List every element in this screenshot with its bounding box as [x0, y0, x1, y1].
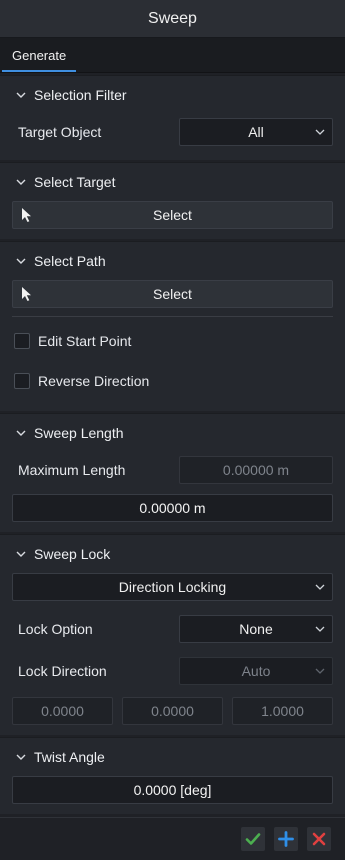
lock-vector-z-field: 1.0000 — [232, 697, 333, 725]
section-header-sweep-lock[interactable]: Sweep Lock — [12, 535, 333, 573]
accept-button[interactable] — [241, 827, 265, 851]
maximum-length-label: Maximum Length — [18, 462, 126, 478]
target-object-label: Target Object — [18, 124, 102, 140]
field-value: 1.0000 — [261, 703, 304, 719]
field-value: 0.0000 — [41, 703, 84, 719]
footer-bar — [0, 817, 345, 860]
chevron-down-icon — [14, 750, 28, 764]
select-path-button[interactable]: Select — [12, 280, 333, 308]
close-icon — [312, 832, 326, 846]
section-title: Select Target — [34, 174, 116, 190]
lock-direction-label: Lock Direction — [18, 663, 107, 679]
lock-vector-y-field: 0.0000 — [122, 697, 223, 725]
section-title: Twist Angle — [34, 749, 105, 765]
section-header-sweep-length[interactable]: Sweep Length — [12, 414, 333, 452]
select-target-button[interactable]: Select — [12, 201, 333, 229]
target-object-dropdown[interactable]: All — [179, 118, 333, 146]
sweep-lock-mode-dropdown[interactable]: Direction Locking — [12, 573, 333, 601]
section-title: Selection Filter — [34, 87, 127, 103]
chevron-down-icon — [315, 584, 325, 590]
tab-bar: Generate — [0, 38, 345, 73]
divider — [12, 316, 333, 317]
twist-angle-input[interactable]: 0.0000 [deg] — [12, 776, 333, 804]
select-label: Select — [153, 286, 192, 302]
section-sweep-lock: Sweep Lock Direction Locking Lock Option… — [0, 534, 345, 735]
select-label: Select — [153, 207, 192, 223]
section-selection-filter: Selection Filter Target Object All — [0, 75, 345, 160]
section-select-target: Select Target Select — [0, 162, 345, 239]
dropdown-value: Auto — [241, 663, 271, 679]
chevron-down-icon — [14, 88, 28, 102]
chevron-down-icon — [315, 129, 325, 135]
chevron-down-icon — [14, 175, 28, 189]
cursor-arrow-icon — [22, 208, 31, 222]
tab-generate[interactable]: Generate — [2, 48, 77, 72]
lock-vector-x-field: 0.0000 — [12, 697, 113, 725]
section-header-select-target[interactable]: Select Target — [12, 163, 333, 201]
field-value: 0.0000 [deg] — [133, 782, 212, 798]
maximum-length-field: 0.00000 m — [179, 456, 333, 484]
section-title: Select Path — [34, 253, 106, 269]
cursor-arrow-icon — [22, 287, 31, 301]
section-title: Sweep Length — [34, 425, 124, 441]
chevron-down-icon — [14, 547, 28, 561]
checkmark-icon — [245, 833, 261, 845]
section-select-path: Select Path Select Edit Start Point Reve… — [0, 241, 345, 411]
checkbox-label: Reverse Direction — [38, 373, 150, 389]
window-title: Sweep — [0, 0, 345, 38]
chevron-down-icon — [14, 254, 28, 268]
section-header-select-path[interactable]: Select Path — [12, 242, 333, 280]
section-sweep-length: Sweep Length Maximum Length 0.00000 m 0.… — [0, 413, 345, 532]
dropdown-value: All — [248, 124, 264, 140]
edit-start-point-checkbox[interactable] — [14, 333, 30, 349]
sweep-length-input[interactable]: 0.00000 m — [12, 494, 333, 522]
field-value: 0.0000 — [151, 703, 194, 719]
plus-icon — [278, 831, 294, 847]
edit-start-point-row[interactable]: Edit Start Point — [12, 321, 333, 361]
chevron-down-icon — [14, 426, 28, 440]
lock-option-label: Lock Option — [18, 621, 93, 637]
add-button[interactable] — [274, 827, 298, 851]
reverse-direction-row[interactable]: Reverse Direction — [12, 361, 333, 401]
chevron-down-icon — [315, 626, 325, 632]
chevron-down-icon — [315, 668, 325, 674]
dropdown-value: Direction Locking — [118, 579, 227, 595]
reverse-direction-checkbox[interactable] — [14, 373, 30, 389]
lock-vector: 0.0000 0.0000 1.0000 — [12, 697, 333, 725]
field-value: 0.00000 m — [139, 500, 206, 516]
section-title: Sweep Lock — [34, 546, 111, 562]
dropdown-value: None — [239, 621, 273, 637]
checkbox-label: Edit Start Point — [38, 333, 132, 349]
lock-option-dropdown[interactable]: None — [179, 615, 333, 643]
field-value: 0.00000 m — [222, 462, 290, 478]
section-header-twist-angle[interactable]: Twist Angle — [12, 738, 333, 776]
lock-direction-dropdown: Auto — [179, 657, 333, 685]
title-text: Sweep — [148, 9, 197, 27]
section-header-selection-filter[interactable]: Selection Filter — [12, 76, 333, 114]
cancel-button[interactable] — [307, 827, 331, 851]
section-twist-angle: Twist Angle 0.0000 [deg] — [0, 737, 345, 814]
